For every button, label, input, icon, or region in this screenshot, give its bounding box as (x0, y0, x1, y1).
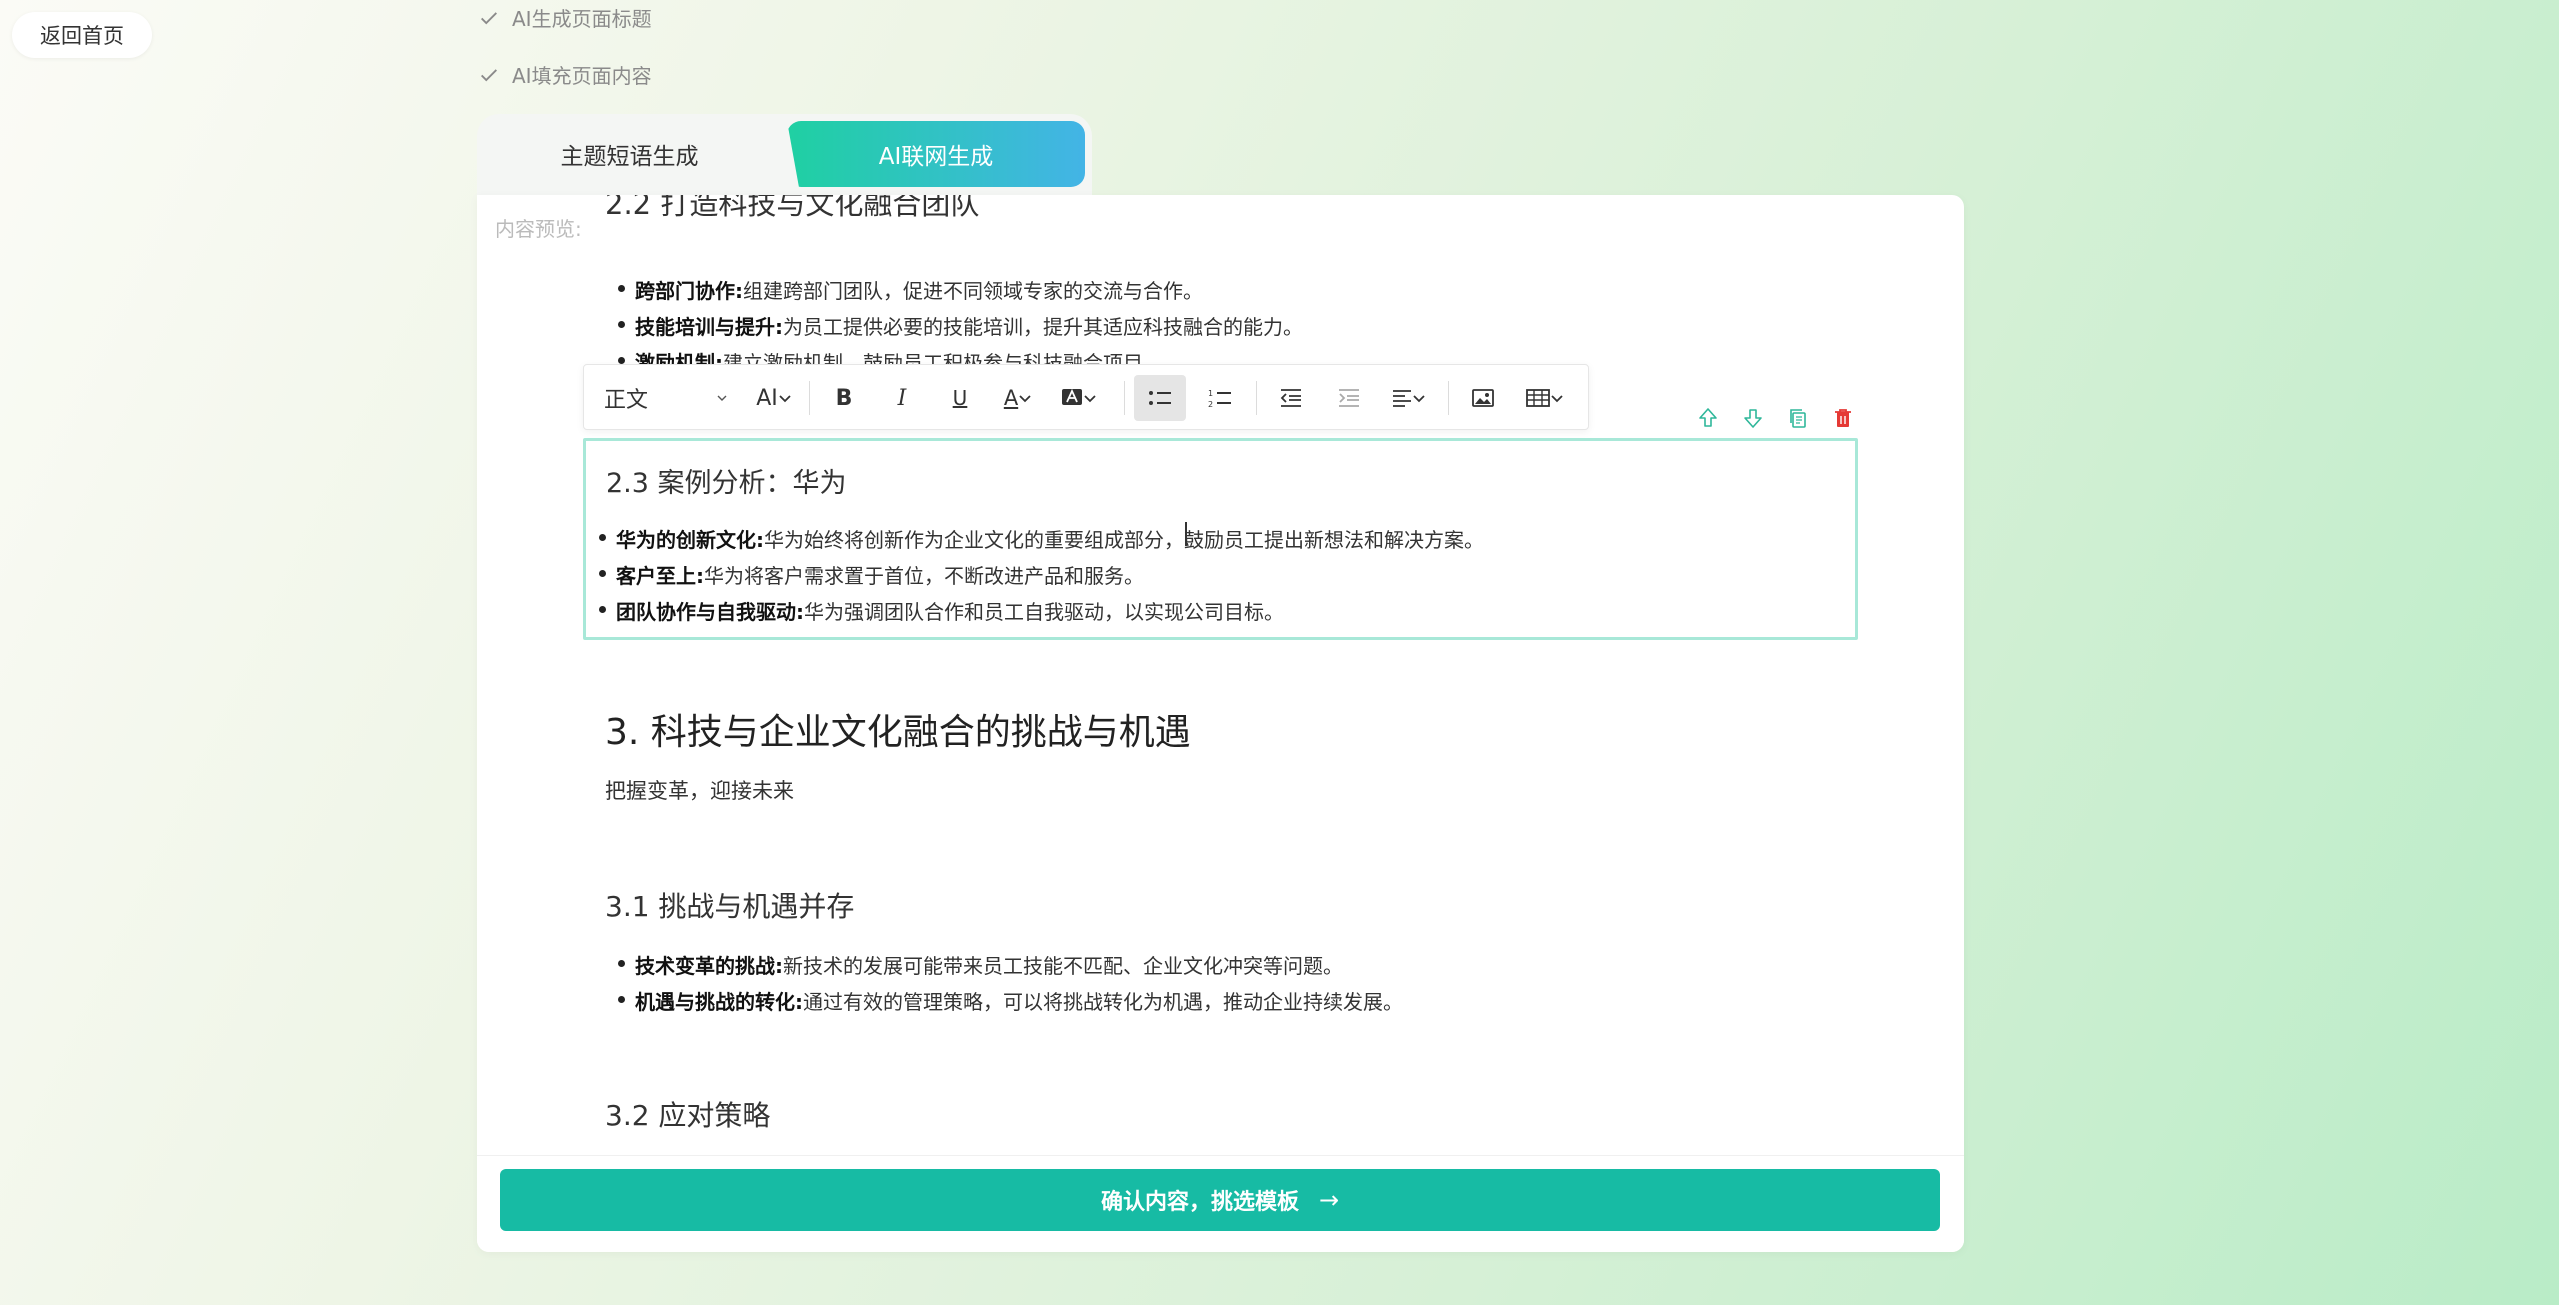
indent-icon (1339, 389, 1359, 407)
chevron-down-icon (1084, 395, 1096, 403)
outdent-button[interactable] (1266, 375, 1316, 421)
image-icon (1472, 389, 1494, 407)
editor-toolbar: 正文 AI B I U A 12 (583, 364, 1589, 430)
paragraph-style-select[interactable]: 正文 (584, 375, 744, 421)
list-item: 技术变革的挑战:新技术的发展可能带来员工技能不匹配、企业文化冲突等问题。 (618, 950, 1343, 979)
step-label: AI生成页面标题 (512, 7, 652, 31)
bullet-list-icon (1149, 391, 1171, 405)
align-button[interactable] (1380, 375, 1438, 421)
text-cursor (1185, 522, 1187, 546)
indent-button[interactable] (1324, 375, 1374, 421)
align-left-icon (1393, 390, 1411, 407)
section-3-1-title: 3.1 挑战与机遇并存 (605, 890, 855, 923)
copy-icon[interactable] (1786, 406, 1810, 430)
chevron-down-icon (1019, 395, 1031, 403)
preview-label: 内容预览: (495, 217, 582, 241)
divider (1256, 381, 1257, 415)
svg-text:1: 1 (1208, 389, 1213, 398)
delete-icon[interactable] (1831, 406, 1855, 430)
step-label: AI填充页面内容 (512, 64, 652, 88)
arrow-right-icon: → (1318, 1186, 1340, 1214)
section-3-title: 3. 科技与企业文化融合的挑战与机遇 (605, 712, 1191, 753)
step-fill-content: AI填充页面内容 (478, 60, 652, 89)
table-icon (1526, 389, 1550, 407)
content-preview-card: 内容预览: 2.2 打造科技与文化融合团队 跨部门协作:组建跨部门团队，促进不同… (477, 195, 1964, 1252)
selected-content-block[interactable]: 2.3 案例分析：华为 华为的创新文化:华为始终将创新作为企业文化的重要组成部分… (583, 438, 1858, 640)
list-item: 华为的创新文化:华为始终将创新作为企业文化的重要组成部分，鼓励员工提出新想法和解… (599, 524, 1484, 553)
divider (1124, 381, 1125, 415)
tab-topic-phrase[interactable]: 主题短语生成 (477, 121, 782, 187)
chevron-down-icon (1551, 395, 1563, 403)
insert-image-button[interactable] (1458, 375, 1508, 421)
outdent-icon (1280, 389, 1301, 407)
chevron-down-icon (779, 395, 791, 403)
preview-content[interactable]: 2.2 打造科技与文化融合团队 跨部门协作:组建跨部门团队，促进不同领域专家的交… (605, 195, 1835, 1157)
section-3-2-title: 3.2 应对策略 (605, 1099, 771, 1132)
highlight-icon (1062, 388, 1082, 405)
insert-table-button[interactable] (1514, 375, 1576, 421)
step-generate-title: AI生成页面标题 (478, 3, 652, 32)
back-home-button[interactable]: 返回首页 (12, 12, 152, 58)
check-icon (481, 11, 497, 24)
divider (1448, 381, 1449, 415)
chevron-down-icon (717, 395, 727, 401)
move-up-icon[interactable] (1696, 406, 1720, 430)
bold-button[interactable]: B (819, 375, 869, 421)
tab-ai-online[interactable]: AI联网生成 (787, 121, 1085, 187)
confirm-content-button[interactable]: 确认内容，挑选模板 → (500, 1169, 1940, 1231)
underline-button[interactable]: U (935, 375, 985, 421)
ai-menu-button[interactable]: AI (749, 375, 799, 421)
numbered-list-button[interactable]: 12 (1194, 375, 1246, 421)
bullet-list-button[interactable] (1134, 375, 1186, 421)
move-down-icon[interactable] (1741, 406, 1765, 430)
svg-text:2: 2 (1208, 400, 1213, 408)
highlight-color-button[interactable] (1050, 375, 1108, 421)
footer: 确认内容，挑选模板 → (477, 1155, 1964, 1252)
list-item: 团队协作与自我驱动:华为强调团队合作和员工自我驱动，以实现公司目标。 (599, 596, 1284, 625)
generation-tabs: 主题短语生成 AI联网生成 (477, 114, 1092, 196)
list-item: 客户至上:华为将客户需求置于首位，不断改进产品和服务。 (599, 560, 1144, 589)
numbered-list-icon: 12 (1208, 389, 1231, 408)
list-item: 技能培训与提升:为员工提供必要的技能培训，提升其适应科技融合的能力。 (618, 311, 1303, 340)
divider (809, 381, 810, 415)
italic-button[interactable]: I (877, 375, 927, 421)
check-icon (481, 68, 497, 81)
section-3-subtitle: 把握变革，迎接未来 (605, 779, 794, 803)
section-2-3-title: 2.3 案例分析：华为 (606, 468, 847, 499)
chevron-down-icon (1413, 395, 1425, 403)
list-item: 跨部门协作:组建跨部门团队，促进不同领域专家的交流与合作。 (618, 275, 1203, 304)
list-item: 机遇与挑战的转化:通过有效的管理策略，可以将挑战转化为机遇，推动企业持续发展。 (618, 986, 1403, 1015)
font-color-button[interactable]: A (989, 375, 1047, 421)
section-2-2-title: 2.2 打造科技与文化融合团队 (605, 195, 980, 221)
